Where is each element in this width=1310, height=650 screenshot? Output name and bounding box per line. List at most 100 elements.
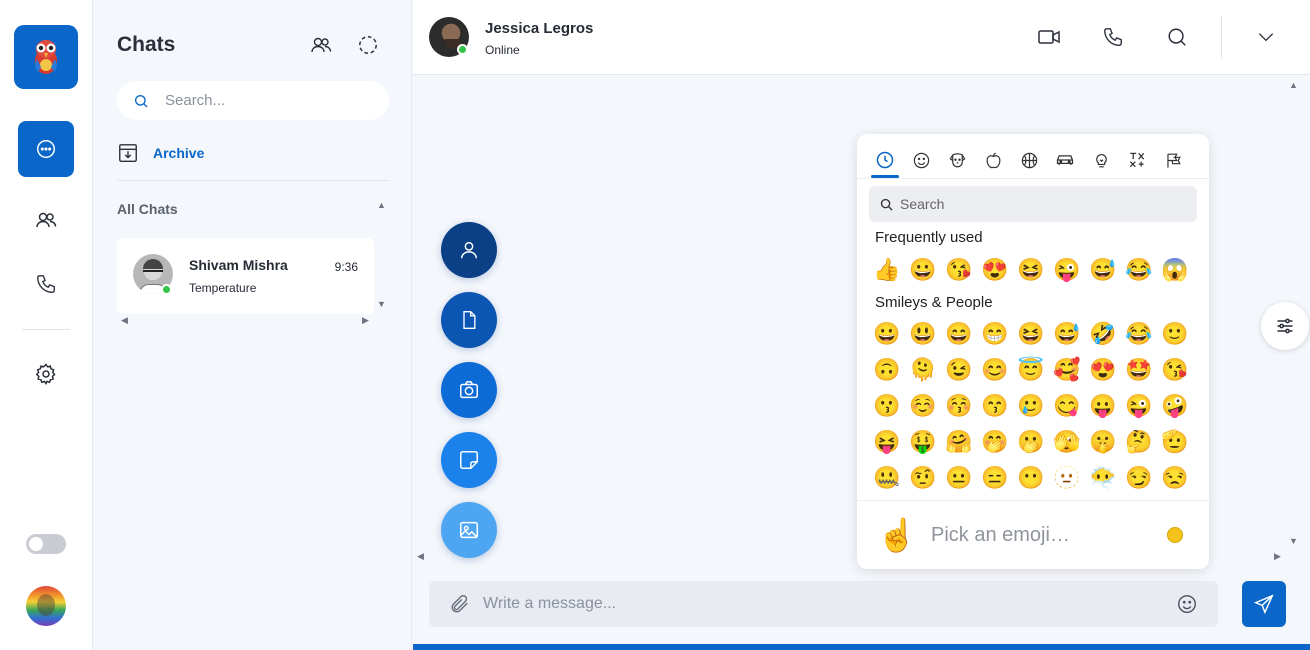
skin-tone-selector[interactable] (1167, 527, 1183, 543)
emoji-button[interactable]: 🤔 (1121, 424, 1157, 460)
emoji-button[interactable]: 🤑 (905, 424, 941, 460)
status-button[interactable] (356, 33, 380, 57)
emoji-button[interactable]: 🙂 (1157, 316, 1193, 352)
emoji-button[interactable]: 🤗 (941, 424, 977, 460)
rail-calls-button[interactable] (18, 256, 74, 312)
search-messages-button[interactable] (1165, 25, 1189, 49)
tab-food[interactable] (975, 142, 1011, 178)
tab-objects[interactable] (1083, 142, 1119, 178)
emoji-button[interactable]: 😏 (1121, 460, 1157, 496)
emoji-button[interactable]: 👍 (869, 252, 905, 288)
chat-search-input[interactable] (165, 92, 365, 109)
attach-document-button[interactable] (441, 292, 497, 348)
emoji-button[interactable]: 😅 (1049, 316, 1085, 352)
emoji-button[interactable]: 😙 (977, 388, 1013, 424)
emoji-button[interactable]: 🙃 (869, 352, 905, 388)
emoji-button[interactable]: 🫠 (905, 352, 941, 388)
emoji-button[interactable]: 😄 (941, 316, 977, 352)
new-group-button[interactable] (309, 33, 333, 57)
list-scroll-up-arrow[interactable]: ▲ (377, 201, 386, 210)
emoji-button[interactable]: 😘 (941, 252, 977, 288)
emoji-button[interactable]: ☺️ (905, 388, 941, 424)
emoji-icon[interactable] (1176, 593, 1198, 615)
emoji-button[interactable]: 🫥 (1049, 460, 1085, 496)
attach-image-button[interactable] (441, 502, 497, 558)
emoji-button[interactable]: 🤣 (1085, 316, 1121, 352)
emoji-button[interactable]: 😃 (905, 316, 941, 352)
emoji-button[interactable]: 🤩 (1121, 352, 1157, 388)
emoji-button[interactable]: 😱 (1157, 252, 1193, 288)
dashed-circle-icon (359, 36, 377, 54)
rail-chats-button[interactable] (18, 121, 74, 177)
tab-activities[interactable] (1011, 142, 1047, 178)
emoji-button[interactable]: 🤐 (869, 460, 905, 496)
emoji-button[interactable]: 😑 (977, 460, 1013, 496)
emoji-search-input[interactable] (900, 196, 1081, 212)
scroll-up-arrow[interactable]: ▲ (1289, 80, 1298, 90)
video-call-button[interactable] (1037, 25, 1061, 49)
attach-sticker-button[interactable] (441, 432, 497, 488)
emoji-button[interactable]: 🫣 (1049, 424, 1085, 460)
emoji-button[interactable]: 😀 (869, 316, 905, 352)
list-scroll-down-arrow[interactable]: ▼ (377, 300, 386, 309)
emoji-button[interactable]: 😜 (1049, 252, 1085, 288)
emoji-button[interactable]: 🤫 (1085, 424, 1121, 460)
attach-camera-button[interactable] (441, 362, 497, 418)
emoji-button[interactable]: 😉 (941, 352, 977, 388)
attach-contact-button[interactable] (441, 222, 497, 278)
tab-animals[interactable] (939, 142, 975, 178)
send-button[interactable] (1242, 581, 1286, 627)
emoji-button[interactable]: 😆 (1013, 252, 1049, 288)
tab-flags[interactable] (1155, 142, 1191, 178)
emoji-button[interactable]: 😐 (941, 460, 977, 496)
list-scroll-right-arrow[interactable]: ▶ (362, 316, 369, 325)
emoji-button[interactable]: 🥰 (1049, 352, 1085, 388)
emoji-button[interactable]: 😇 (1013, 352, 1049, 388)
emoji-button[interactable]: 😆 (1013, 316, 1049, 352)
emoji-button[interactable]: 😍 (977, 252, 1013, 288)
scroll-right-arrow[interactable]: ▶ (1274, 551, 1281, 562)
emoji-button[interactable]: 😂 (1121, 252, 1157, 288)
emoji-button[interactable]: 😊 (977, 352, 1013, 388)
emoji-button[interactable]: 😛 (1085, 388, 1121, 424)
tab-recent[interactable] (867, 142, 903, 178)
chat-settings-button[interactable] (1261, 302, 1309, 350)
tab-symbols[interactable] (1119, 142, 1155, 178)
emoji-button[interactable]: 🤭 (977, 424, 1013, 460)
tab-travel[interactable] (1047, 142, 1083, 178)
emoji-button[interactable]: 🥲 (1013, 388, 1049, 424)
scroll-left-arrow[interactable]: ◀ (417, 551, 424, 562)
emoji-button[interactable]: 😍 (1085, 352, 1121, 388)
emoji-button[interactable]: 😶 (1013, 460, 1049, 496)
emoji-button[interactable]: 😁 (977, 316, 1013, 352)
emoji-button[interactable]: 😅 (1085, 252, 1121, 288)
emoji-button[interactable]: 😚 (941, 388, 977, 424)
emoji-button[interactable]: 🫢 (1013, 424, 1049, 460)
emoji-button[interactable]: 😀 (905, 252, 941, 288)
paperclip-icon[interactable] (449, 593, 471, 615)
emoji-button[interactable]: 😒 (1157, 460, 1193, 496)
emoji-button[interactable]: 😜 (1121, 388, 1157, 424)
emoji-button[interactable]: 😂 (1121, 316, 1157, 352)
message-input[interactable] (483, 595, 1176, 613)
user-avatar[interactable] (26, 586, 66, 626)
emoji-button[interactable]: 😝 (869, 424, 905, 460)
emoji-button[interactable]: 🤨 (905, 460, 941, 496)
theme-toggle[interactable] (26, 534, 66, 554)
emoji-button[interactable]: 🫡 (1157, 424, 1193, 460)
voice-call-button[interactable] (1101, 25, 1125, 49)
emoji-button[interactable]: 😋 (1049, 388, 1085, 424)
rail-settings-button[interactable] (18, 346, 74, 402)
more-options-button[interactable] (1254, 25, 1278, 49)
tab-smileys[interactable] (903, 142, 939, 178)
emoji-button[interactable]: 🤪 (1157, 388, 1193, 424)
list-scroll-left-arrow[interactable]: ◀ (121, 316, 128, 325)
rail-contacts-button[interactable] (18, 192, 74, 248)
app-logo[interactable] (14, 25, 78, 89)
emoji-button[interactable]: 😗 (869, 388, 905, 424)
archive-link[interactable]: Archive (117, 142, 204, 164)
emoji-button[interactable]: 😶‍🌫️ (1085, 460, 1121, 496)
scroll-down-arrow[interactable]: ▼ (1289, 536, 1298, 546)
chat-list-item[interactable]: Shivam Mishra 9:36 Temperature (117, 238, 374, 314)
emoji-button[interactable]: 😘 (1157, 352, 1193, 388)
